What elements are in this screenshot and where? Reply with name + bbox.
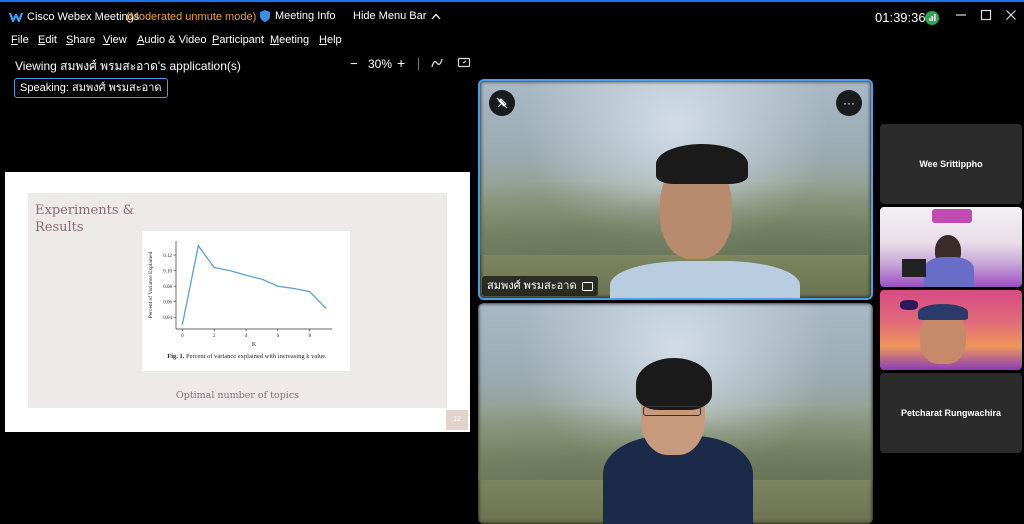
slide-body: Experiments & Results 0 2 4 6 8 0.04 0.06 0.08 0… xyxy=(28,193,447,408)
series-line xyxy=(181,244,327,325)
meeting-mode-label: (Moderated unmute mode) xyxy=(126,11,257,23)
participant-tile-petcharat[interactable]: Petcharat Rungwachira xyxy=(880,373,1022,453)
data-point xyxy=(261,278,263,280)
zoom-in-button[interactable]: + xyxy=(397,55,405,71)
participant-hair xyxy=(636,358,712,410)
video-tile-participant[interactable] xyxy=(478,303,873,524)
menu-view[interactable]: View xyxy=(103,34,127,46)
menu-file-accel: F xyxy=(11,34,18,46)
bird-graphic xyxy=(900,300,918,310)
minimize-icon[interactable] xyxy=(954,9,968,23)
participant-name: Petcharat Rungwachira xyxy=(900,408,1002,418)
y-axis-label: Percent of Variance Explained xyxy=(147,251,154,318)
x-tick-label: 0 xyxy=(181,334,184,339)
slide-title: Experiments & Results xyxy=(35,203,135,235)
y-tick-label: 0.12 xyxy=(163,254,172,259)
menu-meeting[interactable]: Meeting xyxy=(270,34,309,46)
hide-menu-bar-button[interactable]: Hide Menu Bar xyxy=(353,10,441,22)
menu-meeting-accel: M xyxy=(270,34,280,46)
menu-edit[interactable]: Edit xyxy=(38,34,57,46)
network-signal-icon[interactable] xyxy=(925,11,939,25)
data-point xyxy=(325,307,327,309)
active-speaker-badge: Speaking: สมพงศ์ พรมสะอาด xyxy=(14,78,168,98)
close-icon[interactable] xyxy=(1004,9,1018,23)
data-point xyxy=(293,287,295,290)
slide-page-number: 12 xyxy=(446,410,468,430)
figure-caption-label: Fig. 1. xyxy=(167,353,185,360)
menu-edit-label: dit xyxy=(45,34,57,46)
menu-bar: File Edit Share View Audio & Video Parti… xyxy=(0,32,1024,50)
menu-participant-label: articipant xyxy=(219,34,264,46)
pin-icon[interactable] xyxy=(489,90,515,116)
x-tick-label: 8 xyxy=(308,334,311,339)
participant-name: Wee Srittippho xyxy=(919,159,983,169)
zoom-level: 30% xyxy=(368,57,393,71)
meeting-timer: 01:39:36 xyxy=(875,10,926,25)
menu-share-label: hare xyxy=(73,34,96,46)
x-tick-label: 2 xyxy=(213,334,216,339)
data-point xyxy=(181,323,183,325)
x-tick-label: 6 xyxy=(277,334,280,339)
menu-audio-video[interactable]: Audio & Video xyxy=(137,34,207,46)
menu-help-label: elp xyxy=(326,34,342,46)
participant-tile-wee[interactable]: Wee Srittippho xyxy=(880,124,1022,204)
data-point xyxy=(213,266,215,269)
menu-meeting-label: eeting xyxy=(279,34,310,46)
speaker-name-tag: สมพงศ์ พรมสะอาด xyxy=(482,276,598,296)
pop-out-icon[interactable] xyxy=(457,56,471,70)
menu-participant[interactable]: Participant xyxy=(212,34,264,46)
y-tick-label: 0.10 xyxy=(163,269,172,274)
video-tile-active-speaker[interactable]: ··· สมพงศ์ พรมสะอาด xyxy=(478,79,873,300)
figure: 0 2 4 6 8 0.04 0.06 0.08 0.10 0.12 K Percent of Var… xyxy=(142,231,350,371)
menu-view-label: iew xyxy=(110,34,127,46)
figure-caption: Fig. 1. Percent of variance explained wi… xyxy=(147,353,347,360)
more-options-icon[interactable]: ··· xyxy=(836,90,862,116)
shield-icon xyxy=(260,10,270,22)
data-point xyxy=(197,245,199,247)
banner-graphic xyxy=(932,209,972,223)
participant-tile-video-1[interactable] xyxy=(880,207,1022,287)
menu-file-label: ile xyxy=(17,34,29,46)
meeting-info-button[interactable]: Meeting Info xyxy=(260,10,336,22)
meeting-info-label: Meeting Info xyxy=(275,10,336,22)
participant-tile-video-2[interactable] xyxy=(880,290,1022,370)
sharing-icon xyxy=(581,281,593,291)
speaker-hair xyxy=(656,144,748,184)
webex-logo-icon xyxy=(9,12,23,23)
annotate-icon[interactable] xyxy=(430,56,444,70)
chevron-up-icon xyxy=(431,13,441,19)
speaker-shirt xyxy=(610,261,800,298)
toolbar-divider xyxy=(418,58,419,70)
menu-help[interactable]: Help xyxy=(319,34,342,46)
maximize-icon[interactable] xyxy=(979,9,993,23)
data-point xyxy=(245,274,247,276)
menu-audio-video-label: udio & Video xyxy=(144,34,207,46)
app-title: Cisco Webex Meetings xyxy=(27,11,140,23)
viewing-share-label: Viewing สมพงศ์ พรมสะอาด's application(s) xyxy=(15,59,241,73)
menu-help-accel: H xyxy=(319,34,327,46)
zoom-out-button[interactable]: − xyxy=(350,56,358,71)
y-tick-label: 0.06 xyxy=(163,301,172,306)
laptop-graphic xyxy=(902,259,926,277)
menu-file[interactable]: File xyxy=(11,34,29,46)
variance-line-chart: 0 2 4 6 8 0.04 0.06 0.08 0.10 0.12 K Percent of Var… xyxy=(147,241,332,348)
x-axis-label: K xyxy=(252,342,257,348)
speaker-name: สมพงศ์ พรมสะอาด xyxy=(487,280,577,292)
y-tick-label: 0.08 xyxy=(163,285,172,290)
figure-caption-text: Percent of variance explained with incre… xyxy=(186,353,327,360)
slide-subtitle: Optimal number of topics xyxy=(175,390,300,401)
x-tick-label: 4 xyxy=(245,334,248,339)
y-tick-label: 0.04 xyxy=(163,316,172,321)
shared-content-slide: Experiments & Results 0 2 4 6 8 0.04 0.06 0.08 0… xyxy=(5,172,470,432)
participant-body xyxy=(924,257,974,287)
data-point xyxy=(309,291,311,293)
participant-cap xyxy=(918,304,968,320)
data-point xyxy=(277,285,279,287)
title-bar: Cisco Webex Meetings (Moderated unmute m… xyxy=(0,0,1024,32)
participant-glasses xyxy=(643,406,701,416)
menu-share[interactable]: Share xyxy=(66,34,95,46)
data-point xyxy=(229,269,231,272)
hide-menu-label: Hide Menu Bar xyxy=(353,10,427,22)
